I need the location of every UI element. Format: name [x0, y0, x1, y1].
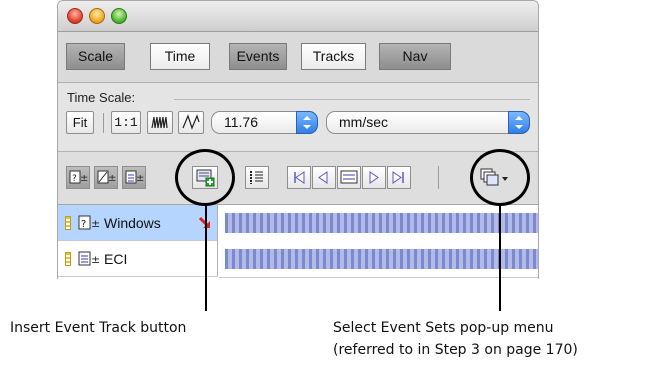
time-scale-section: Time Scale: Fit 1:1 11.76 mm/sec [58, 83, 538, 152]
fit-button[interactable]: Fit [66, 111, 94, 134]
skip-to-first-icon [294, 171, 305, 184]
insert-event-track-callout-circle [175, 149, 235, 206]
toolbar-separator [103, 113, 104, 133]
drag-handle-icon[interactable] [65, 216, 71, 230]
event-set-icon: ? ± [69, 170, 88, 184]
popup-arrows-icon [296, 111, 318, 134]
next-icon [369, 171, 379, 184]
tab-tracks[interactable]: Tracks [301, 43, 366, 70]
skip-to-last-icon [392, 171, 404, 184]
track-event-lane[interactable] [219, 205, 538, 242]
event-toolbar: ? ± ± ± [58, 152, 538, 205]
expanded-waveform-button[interactable] [178, 111, 204, 134]
svg-text:±: ± [136, 173, 144, 184]
event-markers [225, 249, 538, 269]
close-window-button[interactable] [67, 8, 83, 24]
one-to-one-button[interactable]: 1:1 [111, 111, 141, 134]
insert-event-track-leader-line [205, 205, 207, 311]
svg-text:?: ? [81, 219, 86, 230]
show-all-events-button[interactable] [337, 166, 361, 189]
event-list-icon [250, 171, 263, 184]
section-divider [174, 99, 530, 100]
tab-nav[interactable]: Nav [379, 43, 451, 70]
drag-handle-icon[interactable] [65, 252, 71, 266]
time-scale-label: Time Scale: [67, 90, 136, 105]
zoom-window-button[interactable] [111, 8, 127, 24]
time-unit-value: mm/sec [339, 114, 388, 130]
select-event-sets-caption-line1: Select Event Sets pop-up menu [333, 320, 554, 336]
svg-text:±: ± [108, 173, 116, 184]
previous-event-button[interactable] [312, 166, 336, 189]
event-set-toggle-button[interactable]: ? ± [66, 166, 90, 189]
svg-text:±: ± [91, 253, 100, 266]
popup-arrows-icon [508, 111, 530, 134]
last-event-button[interactable] [387, 166, 411, 189]
event-set-icon: ± [97, 170, 116, 184]
track-list: ? ± Windows ± ECI [58, 205, 538, 279]
compressed-waveform-icon [151, 116, 168, 129]
tab-events[interactable]: Events [229, 43, 287, 70]
insert-event-track-caption: Insert Event Track button [10, 320, 187, 336]
event-grid-icon: ± [78, 251, 100, 266]
svg-text:±: ± [80, 173, 88, 184]
tab-scale[interactable]: Scale [66, 43, 125, 70]
expanded-waveform-icon [182, 114, 200, 130]
first-event-button[interactable] [287, 166, 311, 189]
track-name: ECI [104, 251, 128, 267]
event-set-toggle-button-2[interactable]: ± [94, 166, 118, 189]
next-event-button[interactable] [362, 166, 386, 189]
event-list-view-button[interactable] [245, 166, 269, 189]
minimize-window-button[interactable] [89, 8, 105, 24]
select-event-sets-callout-circle [470, 149, 530, 206]
track-name: Windows [104, 215, 161, 231]
nav-tab-bar: Scale Time Events Tracks Nav [58, 32, 538, 83]
select-event-sets-leader-line [499, 205, 501, 311]
time-scale-value-popup[interactable]: 11.76 [211, 111, 318, 134]
compressed-waveform-button[interactable] [147, 111, 173, 134]
event-set-toggle-button-3[interactable]: ± [122, 166, 146, 189]
tab-time[interactable]: Time [150, 43, 210, 70]
title-bar [58, 1, 538, 32]
track-row-windows[interactable]: ? ± Windows [58, 205, 218, 241]
time-scale-value: 11.76 [224, 114, 258, 130]
event-markers [225, 213, 538, 233]
previous-icon [318, 171, 328, 184]
track-event-lane[interactable] [219, 241, 538, 278]
application-window: Scale Time Events Tracks Nav Time Scale:… [57, 0, 539, 279]
toolbar-separator [438, 166, 439, 189]
event-set-icon: ? ± [78, 215, 100, 230]
svg-text:±: ± [91, 217, 100, 230]
track-row-eci[interactable]: ± ECI [58, 241, 218, 277]
time-unit-popup[interactable]: mm/sec [326, 111, 530, 134]
svg-text:?: ? [72, 174, 77, 184]
event-grid-icon [340, 170, 358, 184]
event-grid-icon: ± [125, 170, 144, 184]
select-event-sets-caption-line2: (referred to in Step 3 on page 170) [333, 342, 578, 358]
